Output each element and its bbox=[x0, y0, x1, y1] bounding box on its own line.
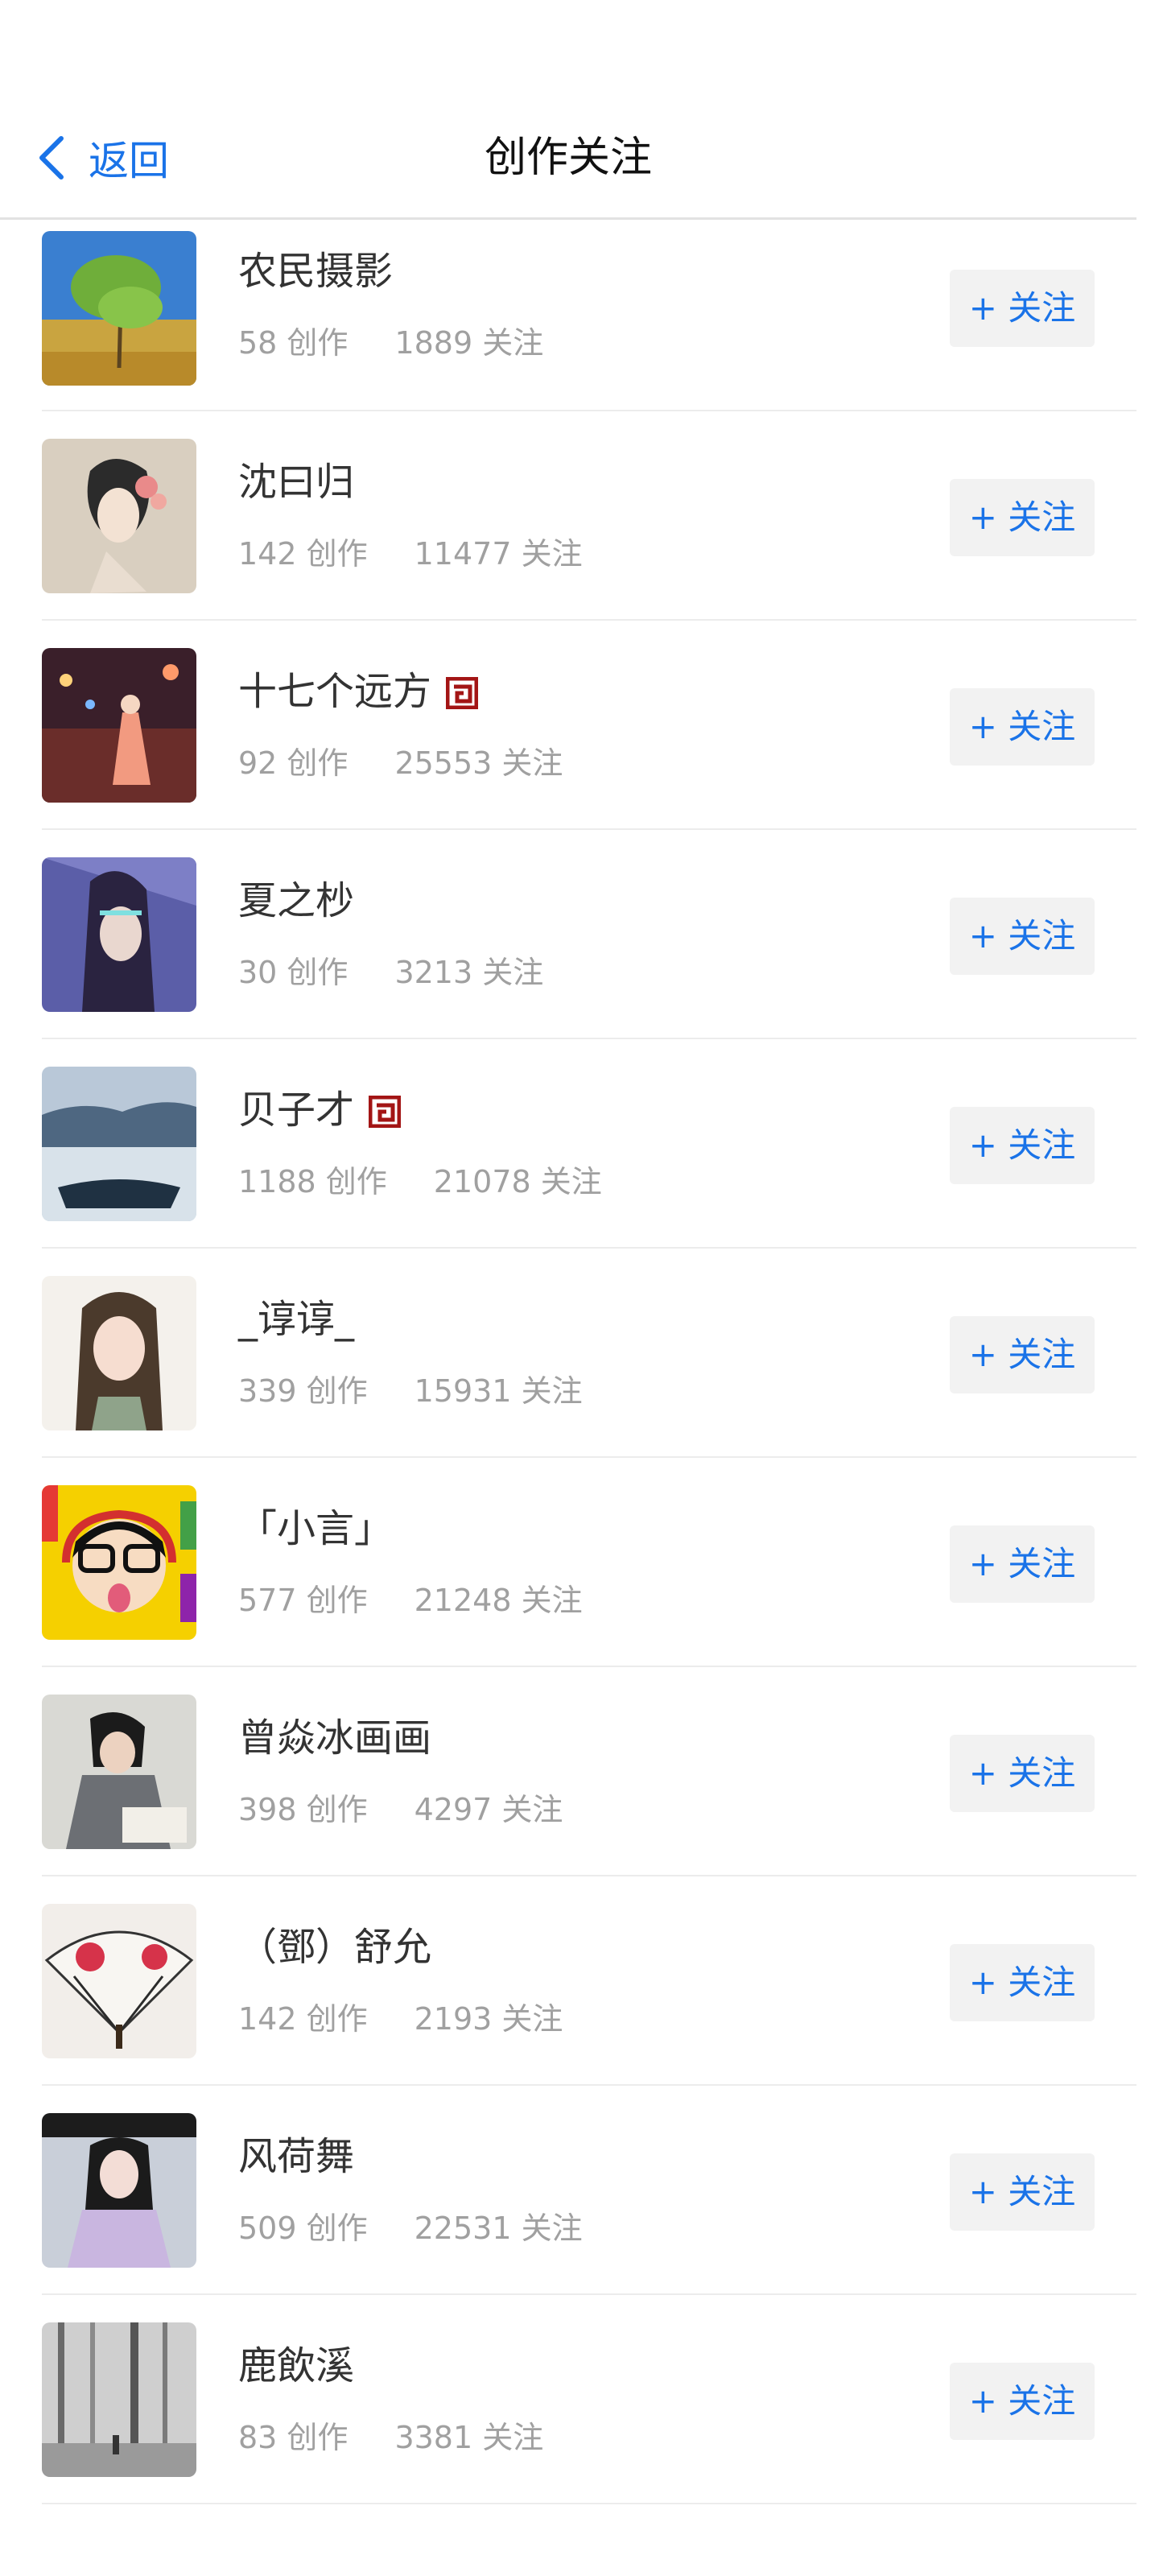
creator-name: 风荷舞 bbox=[238, 2134, 355, 2179]
works-count: 142 创作 bbox=[238, 536, 368, 572]
follow-button[interactable]: + 关注 bbox=[950, 688, 1095, 766]
creator-name: 夏之杪 bbox=[238, 878, 355, 923]
follow-button[interactable]: + 关注 bbox=[950, 1316, 1095, 1393]
list-item[interactable]: 「小言」 577 创作 21248 关注 + 关注 bbox=[42, 1458, 1136, 1667]
works-count: 1188 创作 bbox=[238, 1164, 387, 1199]
creator-stats: 30 创作 3213 关注 bbox=[238, 947, 543, 992]
follow-button[interactable]: + 关注 bbox=[950, 2363, 1095, 2440]
works-count: 83 创作 bbox=[238, 2420, 349, 2455]
avatar bbox=[42, 2113, 196, 2268]
works-count: 398 创作 bbox=[238, 1792, 368, 1827]
creator-name: _谆谆_ bbox=[238, 1297, 355, 1342]
works-count: 509 创作 bbox=[238, 2211, 368, 2246]
creator-stats: 509 创作 22531 关注 bbox=[238, 2203, 583, 2248]
creator-stats: 92 创作 25553 关注 bbox=[238, 738, 563, 782]
follow-button[interactable]: + 关注 bbox=[950, 1107, 1095, 1184]
creator-name: 沈曰归 bbox=[238, 460, 355, 505]
creator-name: 贝子才 bbox=[238, 1078, 402, 1134]
creator-stats: 577 创作 21248 关注 bbox=[238, 1575, 583, 1620]
avatar bbox=[42, 1485, 196, 1640]
followers-count: 25553 关注 bbox=[394, 745, 563, 781]
list-item[interactable]: 沈曰归 142 创作 11477 关注 + 关注 bbox=[42, 411, 1136, 621]
creator-stats: 83 创作 3381 关注 bbox=[238, 2413, 543, 2457]
list-item[interactable]: 农民摄影 58 创作 1889 关注 + 关注 bbox=[42, 220, 1136, 411]
follow-button[interactable]: + 关注 bbox=[950, 1525, 1095, 1603]
creator-stats: 142 创作 2193 关注 bbox=[238, 1994, 563, 2038]
verified-badge-icon bbox=[446, 677, 479, 709]
creator-stats: 58 创作 1889 关注 bbox=[238, 318, 543, 362]
list-item[interactable]: 曾焱冰画画 398 创作 4297 关注 + 关注 bbox=[42, 1667, 1136, 1876]
followers-count: 22531 关注 bbox=[414, 2211, 583, 2246]
followers-count: 3213 关注 bbox=[394, 955, 544, 990]
works-count: 339 创作 bbox=[238, 1373, 368, 1409]
creator-name: 「小言」 bbox=[238, 1506, 394, 1551]
avatar bbox=[42, 439, 196, 593]
works-count: 58 创作 bbox=[238, 325, 349, 361]
avatar bbox=[42, 231, 196, 386]
avatar bbox=[42, 1695, 196, 1849]
follow-button[interactable]: + 关注 bbox=[950, 1735, 1095, 1812]
creator-stats: 339 创作 15931 关注 bbox=[238, 1366, 583, 1410]
avatar bbox=[42, 857, 196, 1012]
creator-name: 农民摄影 bbox=[238, 249, 394, 294]
follow-button[interactable]: + 关注 bbox=[950, 1944, 1095, 2021]
list-item[interactable]: 贝子才 1188 创作 21078 关注 + 关注 bbox=[42, 1039, 1136, 1249]
follow-button[interactable]: + 关注 bbox=[950, 479, 1095, 556]
creator-name: 曾焱冰画画 bbox=[238, 1715, 432, 1761]
list-item[interactable]: 风荷舞 509 创作 22531 关注 + 关注 bbox=[42, 2086, 1136, 2295]
works-count: 577 创作 bbox=[238, 1583, 368, 1618]
list-item[interactable]: （鄧）舒允 142 创作 2193 关注 + 关注 bbox=[42, 1876, 1136, 2086]
followers-count: 11477 关注 bbox=[414, 536, 583, 572]
creator-name: 十七个远方 bbox=[238, 659, 479, 716]
creator-stats: 398 创作 4297 关注 bbox=[238, 1785, 563, 1829]
list-item[interactable]: 十七个远方 92 创作 25553 关注 + 关注 bbox=[42, 621, 1136, 830]
list-item[interactable]: 夏之杪 30 创作 3213 关注 + 关注 bbox=[42, 830, 1136, 1039]
avatar bbox=[42, 648, 196, 803]
works-count: 92 创作 bbox=[238, 745, 349, 781]
creator-list: 农民摄影 58 创作 1889 关注 + 关注 沈曰归 142 创作 11477 关… bbox=[0, 220, 1159, 2504]
creator-stats: 1188 创作 21078 关注 bbox=[238, 1157, 602, 1201]
followers-count: 15931 关注 bbox=[414, 1373, 583, 1409]
list-item[interactable]: 鹿飲溪 83 创作 3381 关注 + 关注 bbox=[42, 2295, 1136, 2504]
works-count: 30 创作 bbox=[238, 955, 349, 990]
list-item[interactable]: _谆谆_ 339 创作 15931 关注 + 关注 bbox=[42, 1249, 1136, 1458]
works-count: 142 创作 bbox=[238, 2001, 368, 2037]
followers-count: 21078 关注 bbox=[433, 1164, 602, 1199]
avatar bbox=[42, 1067, 196, 1221]
avatar bbox=[42, 2322, 196, 2477]
page-title: 创作关注 bbox=[484, 134, 652, 182]
navbar: 返回 创作关注 bbox=[0, 0, 1136, 220]
creator-stats: 142 创作 11477 关注 bbox=[238, 529, 583, 573]
followers-count: 1889 关注 bbox=[394, 325, 544, 361]
followers-count: 4297 关注 bbox=[414, 1792, 563, 1827]
followers-count: 3381 关注 bbox=[394, 2420, 544, 2455]
creator-name: （鄧）舒允 bbox=[238, 1925, 432, 1970]
creator-name: 鹿飲溪 bbox=[238, 2343, 355, 2388]
followers-count: 2193 关注 bbox=[414, 2001, 563, 2037]
followers-count: 21248 关注 bbox=[414, 1583, 583, 1618]
avatar bbox=[42, 1904, 196, 2058]
avatar bbox=[42, 1276, 196, 1430]
follow-button[interactable]: + 关注 bbox=[950, 270, 1095, 347]
follow-button[interactable]: + 关注 bbox=[950, 898, 1095, 975]
verified-badge-icon bbox=[369, 1096, 402, 1128]
follow-button[interactable]: + 关注 bbox=[950, 2153, 1095, 2231]
